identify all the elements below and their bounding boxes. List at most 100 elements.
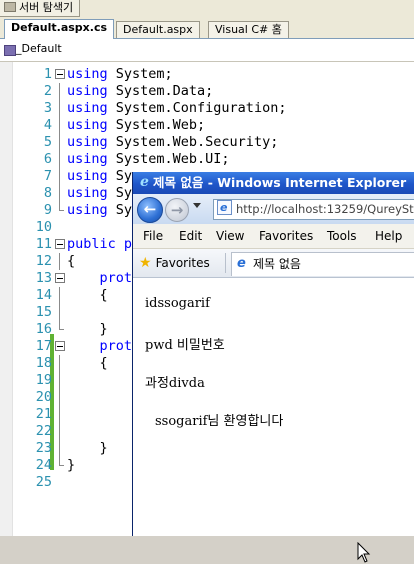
code-keyword: using: [67, 83, 108, 99]
menu-help[interactable]: Help: [375, 224, 402, 248]
code-keyword: prot: [67, 270, 133, 286]
collapse-box-icon[interactable]: [55, 66, 65, 83]
code-plain: {: [67, 287, 108, 303]
code-line[interactable]: 6 using System.Web.UI;: [0, 151, 414, 168]
code-plain: Sy: [107, 202, 133, 218]
fold-line: [55, 423, 65, 440]
browser-tab-label: 제목 없음: [253, 257, 301, 271]
code-line[interactable]: 1 using System;: [0, 66, 414, 83]
class-dropdown-value: _Default: [16, 42, 62, 55]
menu-tools[interactable]: Tools: [327, 224, 357, 248]
code-text: using System.Configuration;: [67, 100, 286, 117]
code-text: using System.Web.Security;: [67, 134, 278, 151]
code-text: {: [67, 355, 108, 372]
code-keyword: using: [67, 117, 108, 133]
fold-gutter: [55, 474, 65, 491]
line-number: 24: [35, 457, 52, 473]
collapse-box-icon[interactable]: [55, 338, 65, 355]
browser-tab[interactable]: 제목 없음: [231, 252, 414, 276]
fold-gutter: [55, 219, 65, 236]
menu-edit[interactable]: Edit: [179, 224, 202, 248]
tab-default-aspx-cs[interactable]: Default.aspx.cs: [4, 19, 115, 39]
code-text: {: [67, 287, 108, 304]
line-number: 4: [43, 117, 52, 133]
tab-page-icon: [236, 253, 249, 275]
line-number: 6: [43, 151, 52, 167]
tab-default-aspx[interactable]: Default.aspx: [116, 21, 200, 38]
content-line-2: pwd 비밀번호: [145, 338, 225, 353]
code-plain: System;: [107, 66, 173, 82]
server-explorer-strip: 서버 탐색기: [0, 0, 414, 19]
code-text: }: [67, 457, 75, 474]
line-number: 10: [35, 219, 52, 235]
code-plain: System.Web;: [107, 117, 206, 133]
line-number: 19: [35, 372, 52, 388]
collapse-box-icon[interactable]: [55, 270, 65, 287]
code-keyword: using: [67, 185, 108, 201]
fold-line: [55, 253, 65, 270]
code-keyword: using: [67, 202, 108, 218]
fold-line: [55, 355, 65, 372]
content-line-4: ssogarif님 환영합니다: [155, 414, 284, 429]
fold-line: [55, 117, 65, 134]
line-number: 22: [35, 423, 52, 439]
code-line[interactable]: 4 using System.Web;: [0, 117, 414, 134]
favorites-label: Favorites: [155, 256, 210, 270]
code-keyword: using: [67, 168, 108, 184]
code-text: using Sy: [67, 202, 132, 219]
ie-title-bar[interactable]: e 제목 없음 - Windows Internet Explorer: [133, 172, 414, 194]
line-number: 14: [35, 287, 52, 303]
code-plain: Sy: [107, 185, 133, 201]
fold-line: [55, 83, 65, 100]
server-explorer-tab[interactable]: 서버 탐색기: [0, 0, 81, 17]
favbar-divider: [225, 253, 226, 273]
code-text: using Sy: [67, 185, 132, 202]
code-line[interactable]: 2 using System.Data;: [0, 83, 414, 100]
code-keyword: prot: [67, 338, 133, 354]
line-number: 9: [43, 202, 52, 218]
line-number: 8: [43, 185, 52, 201]
line-number: 12: [35, 253, 52, 269]
fold-line: [55, 389, 65, 406]
forward-button[interactable]: →: [165, 198, 189, 222]
ie-window[interactable]: e 제목 없음 - Windows Internet Explorer ← → …: [132, 172, 414, 563]
code-plain: }: [67, 440, 108, 456]
page-icon: [217, 200, 232, 217]
ie-window-title: 제목 없음 - Windows Internet Explorer: [153, 175, 407, 190]
code-text: using System;: [67, 66, 173, 83]
line-number: 7: [43, 168, 52, 184]
code-plain: }: [67, 457, 76, 473]
fold-line: [55, 134, 65, 151]
collapse-box-icon[interactable]: [55, 236, 65, 253]
code-plain: {: [67, 253, 76, 269]
history-dropdown-icon[interactable]: [193, 203, 201, 208]
line-number: 15: [35, 304, 52, 320]
code-line[interactable]: 3 using System.Configuration;: [0, 100, 414, 117]
code-plain: System.Web.Security;: [107, 134, 279, 150]
code-line[interactable]: 5 using System.Web.Security;: [0, 134, 414, 151]
menu-file[interactable]: File: [143, 224, 163, 248]
class-dropdown[interactable]: _Default: [0, 39, 414, 62]
code-text: public p: [67, 236, 132, 253]
line-number: 11: [35, 236, 52, 252]
class-icon: [4, 45, 16, 56]
line-number: 2: [43, 83, 52, 99]
fold-line: [55, 185, 65, 202]
line-number: 25: [35, 474, 52, 490]
back-button[interactable]: ←: [137, 197, 163, 223]
tab-visual-csharp-home[interactable]: Visual C# 홈: [208, 21, 289, 38]
menu-view[interactable]: View: [216, 224, 244, 248]
line-number: 13: [35, 270, 52, 286]
menu-favorites[interactable]: Favorites: [259, 224, 313, 248]
line-number: 3: [43, 100, 52, 116]
fold-line: [55, 151, 65, 168]
favorites-button[interactable]: ★ Favorites: [139, 253, 210, 273]
code-keyword: using: [67, 66, 108, 82]
code-text: }: [67, 321, 108, 338]
address-bar[interactable]: http://localhost:13259/QureyStr: [213, 199, 414, 220]
code-keyword: public p: [67, 236, 133, 252]
code-plain: System.Configuration;: [107, 100, 287, 116]
fold-line: [55, 440, 65, 457]
star-icon: ★: [139, 255, 152, 271]
line-number: 1: [43, 66, 52, 82]
